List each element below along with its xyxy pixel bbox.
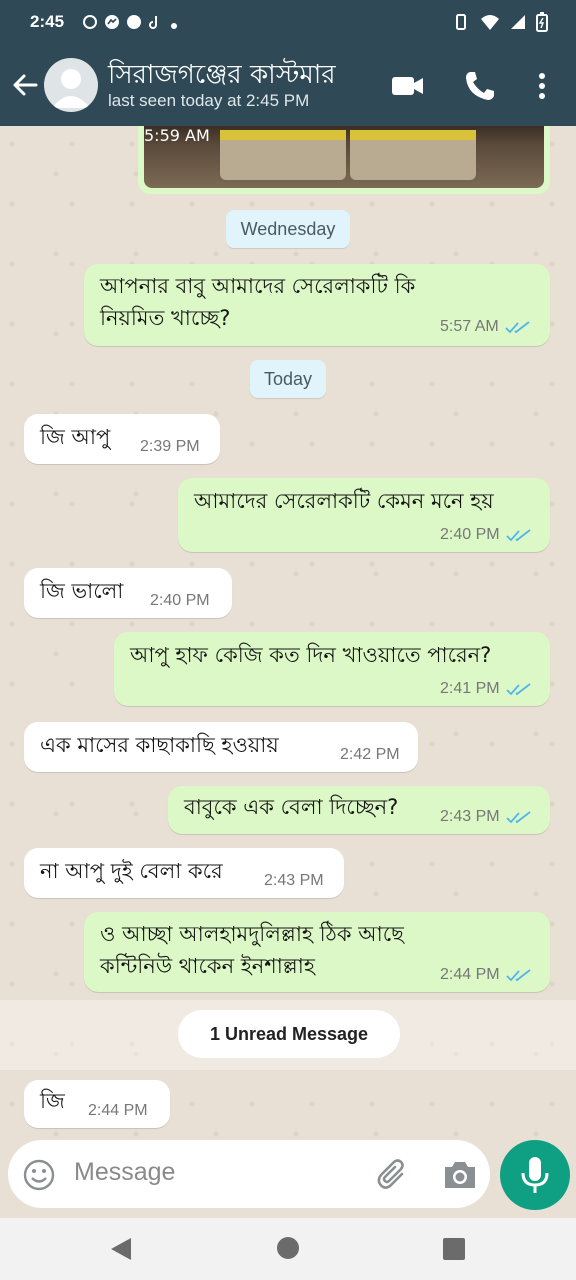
system-navigation-bar — [0, 1218, 576, 1280]
message-text: আমাদের সেরেলাকটি কেমন মনে হয় — [194, 489, 494, 513]
date-chip-today: Today — [250, 360, 326, 398]
attach-button[interactable] — [374, 1156, 412, 1198]
dot-icon — [170, 15, 178, 35]
message-text: এক মাসের কাছাকাছি হওয়ায় — [40, 733, 279, 757]
wifi-icon — [480, 13, 500, 36]
default-avatar-icon — [52, 69, 90, 108]
image-message[interactable]: 5:59 AM — [138, 126, 550, 194]
phone-icon — [466, 72, 494, 100]
voice-call-button[interactable] — [462, 68, 498, 104]
message-text: জি ভালো — [40, 579, 124, 603]
message-time: 2:39 PM — [140, 438, 200, 455]
message-bubble[interactable]: আপনার বাবু আমাদের সেরেলাকটি কি নিয়মিত খা… — [84, 264, 550, 346]
message-time: 2:44 PM — [88, 1102, 148, 1119]
double-check-icon — [505, 529, 531, 542]
message-bubble[interactable]: জি আপু 2:39 PM — [24, 414, 220, 464]
image-thumbnail[interactable]: 5:59 AM — [144, 126, 544, 188]
message-time: 2:43 PM — [440, 808, 532, 826]
nav-recents-button[interactable] — [442, 1237, 466, 1265]
message-time: 2:44 PM — [440, 966, 532, 984]
status-time: 2:45 — [30, 12, 65, 31]
compose-bar: Message — [0, 1140, 576, 1218]
message-text: জি — [40, 1089, 65, 1113]
double-check-icon — [505, 811, 531, 824]
battery-icon — [536, 12, 548, 37]
message-input-box[interactable]: Message — [8, 1140, 490, 1208]
message-input[interactable]: Message — [74, 1158, 175, 1187]
message-text: না আপু দুই বেলা করে — [40, 859, 223, 883]
camera-icon — [445, 1162, 475, 1188]
signal-icon — [510, 14, 526, 35]
nav-back-button[interactable] — [108, 1236, 134, 1266]
message-text: আপু হাফ কেজি কত দিন খাওয়াতে পারেন? — [130, 643, 492, 667]
jar-body-right — [350, 140, 476, 180]
status-bar: 2:45 — [0, 0, 576, 46]
message-text: ও আচ্ছা আলহামদুলিল্লাহ ঠিক আছে কন্টিনিউ থ… — [100, 922, 404, 978]
microphone-icon — [521, 1157, 549, 1193]
last-seen: last seen today at 2:45 PM — [108, 91, 310, 110]
message-time: 2:40 PM — [440, 526, 532, 544]
emoji-button[interactable] — [22, 1158, 56, 1196]
avatar[interactable] — [44, 58, 98, 112]
double-check-icon — [505, 969, 531, 982]
jar-lid-right — [350, 130, 476, 140]
message-bubble[interactable]: ও আচ্ছা আলহামদুলিল্লাহ ঠিক আছে কন্টিনিউ থ… — [84, 912, 550, 992]
video-call-icon — [392, 77, 423, 95]
message-time: 5:57 AM — [440, 318, 531, 336]
back-button[interactable] — [10, 70, 40, 100]
arrow-left-icon — [13, 74, 38, 96]
message-text: বাবুকে এক বেলা দিচ্ছেন? — [184, 795, 399, 819]
paperclip-icon — [377, 1159, 404, 1189]
circle-home-icon — [277, 1237, 299, 1259]
message-bubble[interactable]: আমাদের সেরেলাকটি কেমন মনে হয় 2:40 PM — [178, 478, 550, 552]
tiktok-icon — [148, 14, 164, 35]
chat-area[interactable]: 5:59 AM Wednesday আপনার বাবু আমাদের সেরে… — [0, 126, 576, 1140]
voice-message-button[interactable] — [500, 1140, 570, 1210]
emoji-icon — [23, 1159, 55, 1191]
message-bubble[interactable]: জি 2:44 PM — [24, 1080, 170, 1128]
message-bubble[interactable]: বাবুকে এক বেলা দিচ্ছেন? 2:43 PM — [168, 786, 550, 834]
video-call-button[interactable] — [390, 68, 426, 104]
double-check-icon — [505, 321, 530, 334]
camera-button[interactable] — [442, 1158, 478, 1196]
message-time: 2:43 PM — [264, 872, 324, 889]
nav-home-button[interactable] — [276, 1236, 300, 1264]
message-bubble[interactable]: এক মাসের কাছাকাছি হওয়ায় 2:42 PM — [24, 722, 418, 772]
message-text: জি আপু — [40, 425, 111, 449]
double-check-icon — [505, 683, 531, 696]
message-bubble[interactable]: জি ভালো 2:40 PM — [24, 568, 232, 618]
notification-icons — [82, 14, 178, 35]
date-chip-wednesday: Wednesday — [226, 210, 350, 248]
more-vertical-icon — [539, 73, 545, 99]
message-bubble[interactable]: আপু হাফ কেজি কত দিন খাওয়াতে পারেন? 2:41… — [114, 632, 550, 706]
vibrate-icon — [452, 13, 470, 36]
messenger-icon — [104, 14, 120, 35]
jar-body-left — [220, 140, 346, 180]
system-icons — [452, 12, 548, 37]
message-text: আপনার বাবু আমাদের সেরেলাকটি কি নিয়মিত খা… — [100, 274, 416, 330]
notification-icon — [82, 14, 98, 35]
jar-lid-left — [220, 130, 346, 140]
app-icon — [126, 14, 142, 35]
unread-messages-label: 1 Unread Message — [178, 1010, 400, 1058]
message-time: 2:41 PM — [440, 680, 532, 698]
message-time: 2:42 PM — [340, 746, 400, 763]
square-recents-icon — [443, 1238, 465, 1260]
message-bubble[interactable]: না আপু দুই বেলা করে 2:43 PM — [24, 848, 344, 898]
more-options-button[interactable] — [524, 68, 560, 104]
chat-header: সিরাজগঞ্জের কাস্টমার last seen today at … — [0, 46, 576, 126]
triangle-back-icon — [111, 1238, 131, 1260]
message-time: 2:40 PM — [150, 592, 210, 609]
